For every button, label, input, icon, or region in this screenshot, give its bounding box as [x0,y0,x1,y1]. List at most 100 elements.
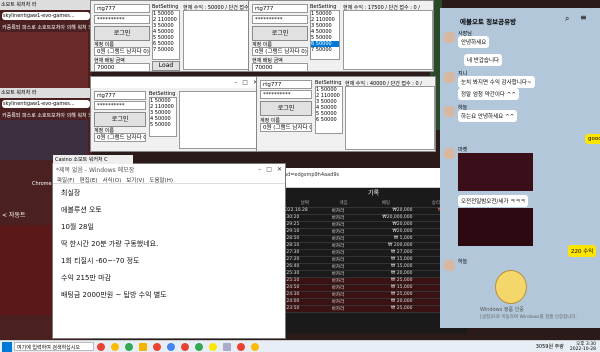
casino-browser-bar: ad=edgsmp9h4aad9s [280,168,467,188]
history-row: 3:25:10바카라₩ 25,000₩ -25,000 [280,277,467,285]
windows-start-icon[interactable] [2,341,12,352]
avatar[interactable] [444,106,455,117]
chrome-icon[interactable] [97,342,105,351]
chrome-icon[interactable] [195,342,203,351]
sender-name: 하늘 [458,259,468,265]
cell-bet: ₩ 15,000 [357,263,415,271]
folder-icon[interactable] [139,342,147,351]
id-field[interactable]: rtg777 [94,91,146,100]
bet-list[interactable]: 1 50000 2 110000 3 50000 4 50000 5 50000 [149,97,177,137]
id-field[interactable]: rtg777 [94,4,150,13]
chat-message: 정말 엄청 약간이다 ^^ [458,88,519,100]
menu-icon[interactable]: ≡ [580,13,587,22]
weather-text[interactable]: 3059원 주량 [536,343,564,350]
chrome-icon[interactable] [167,342,175,351]
account-name-field: 0원 (그램드 남자다 0) [94,47,150,56]
windows-activation-notice: Windows 정품 인증 [480,307,524,313]
menu-view[interactable]: 보기(V) [126,176,144,184]
chat-message-mine: 네 반갑습니다 [464,54,503,66]
avatar[interactable] [444,72,455,83]
casino-thumb [0,32,88,88]
bet-list[interactable]: 1 50000 2 110000 3 50000 4 50000 5 50000 6 50… [315,86,343,134]
browser-tab[interactable]: Casino 소모트 워커처 C [53,155,133,164]
minimize-icon[interactable]: – [234,79,237,86]
history-row: 3:24:00바카라₩ 20,000₩ -20,000 [280,298,467,306]
bet-amount-field[interactable]: 70000 [94,63,150,71]
password-field[interactable]: ********** [94,15,150,24]
notepad-icon[interactable] [223,342,231,351]
cell-game: 바카라 [329,291,358,299]
menu-format[interactable]: 서식(O) [102,176,121,184]
image-message[interactable] [458,208,533,246]
address-bar[interactable]: skylinentigaw1-evo-games... [2,12,90,20]
address-bar[interactable]: ad=edgsmp9h4aad9s [284,172,434,181]
chrome-icon[interactable] [181,342,189,351]
browser-tab[interactable]: 소모트 워저처 라 [0,0,92,10]
cell-bet: ₩ 25,000 [357,305,415,313]
history-row: 3:27:20바카라₩ 15,000₩ -15,000 [280,256,467,264]
search-icon[interactable]: ⌕ [565,14,569,24]
avatar[interactable] [444,148,455,159]
chrome-icon[interactable] [237,342,245,351]
menu-edit[interactable]: 편집(E) [80,176,98,184]
menu-file[interactable]: 파일(F) [57,176,75,184]
taskbar: 여기에 입력하여 검색하십시오 3059원 주량 오후 3:30 2022-10-… [0,340,600,352]
password-field[interactable]: ********** [260,90,312,99]
cell-bet: ₩ 15,000 [357,284,415,292]
chrome-icon[interactable] [125,342,133,351]
cell-date: 3:27:20 [280,256,330,264]
chrome-icon[interactable] [111,342,119,351]
browser-tab[interactable]: 소모트 워저처 라 [0,88,92,98]
close-icon[interactable]: ✕ [277,166,282,173]
cell-game: 바카라 [329,214,358,222]
col-bet: 베팅 [357,200,415,208]
history-row: 3:27:30바카라₩ 27,000₩ -15,000 [280,249,467,257]
bet-amount-field[interactable]: 70000 [252,63,308,71]
login-button[interactable]: 로그인 [94,26,150,41]
bet-program-window-4: rtg777 ********** 로그인 계정 이름 0원 (그램드 남자다 … [256,76,436,152]
chat-message-mine: 220 수익 [568,245,597,257]
load-button[interactable]: Load [152,61,180,71]
notepad-text-area[interactable]: 최실장 에볼루션 오토 10월 28일 딱 한시간 20분 가량 구동했네요. … [53,184,285,311]
bet-list[interactable]: 1 50000 2 110000 3 50000 4 50000 5 50000 6 50… [152,10,180,60]
image-message[interactable] [458,153,533,191]
chat-message-mine: good [585,134,600,144]
id-field[interactable]: rtg777 [252,4,308,13]
clock[interactable]: 오후 3:30 2022-10-28 [570,342,596,352]
cell-date: 3:25:30 [280,270,330,278]
minimize-icon[interactable]: – [258,166,261,173]
windows-activation-sub: [설정]으로 이동하여 Windows를 정품 인증합니다. [480,315,577,320]
password-field[interactable]: ********** [252,15,308,24]
cell-date: 3:24:00 [280,298,330,306]
chrome-icon[interactable] [153,342,161,351]
avatar[interactable] [444,32,455,43]
cell-date: 2022.10.28 [280,207,330,215]
kakaotalk-icon[interactable] [209,342,217,351]
log-grid [345,86,435,150]
login-button[interactable]: 로그인 [260,101,312,116]
log-grid [343,10,433,70]
taskbar-search[interactable]: 여기에 입력하여 검색하십시오 [14,342,94,351]
casino-thumb [0,225,52,315]
col-game: 게임 [329,200,358,208]
bet-program-window-3: –□✕ rtg777 ********** 로그인 계정 이름 0원 (그램드 … [90,76,262,152]
address-bar[interactable]: skylinentigaw1-evo-games... [2,100,90,108]
menu-help[interactable]: 도움말(H) [149,176,173,184]
avatar[interactable] [444,260,455,271]
casino-history-panel: 기록 날짜 게임 베팅 승리/패배 2022.10.28바카라₩20,000₩2… [280,188,467,333]
history-row: 3:29:25바카라₩20,000₩ 28,000 [280,221,467,229]
cell-bet: ₩ 5,000 [357,235,415,243]
chrome-icon[interactable] [251,342,259,351]
login-button[interactable]: 로그인 [94,112,146,127]
maximize-icon[interactable]: □ [242,79,248,86]
id-field[interactable]: rtg777 [260,80,312,89]
bet-list[interactable]: 1 50000 2 110000 3 50000 4 50000 5 50000 6 50… [310,10,340,60]
cell-game: 바카라 [329,228,358,236]
password-field[interactable]: ********** [94,101,146,110]
maximize-icon[interactable]: □ [266,166,272,173]
history-row: 2022.10.28바카라₩20,000₩2,952,500 [280,207,467,215]
notepad-titlebar: *제목 없음 - Windows 메모장 – □ ✕ [53,164,285,175]
cell-game: 바카라 [329,207,358,215]
login-button[interactable]: 로그인 [252,26,308,41]
window-titlebar: –□✕ [91,77,261,88]
